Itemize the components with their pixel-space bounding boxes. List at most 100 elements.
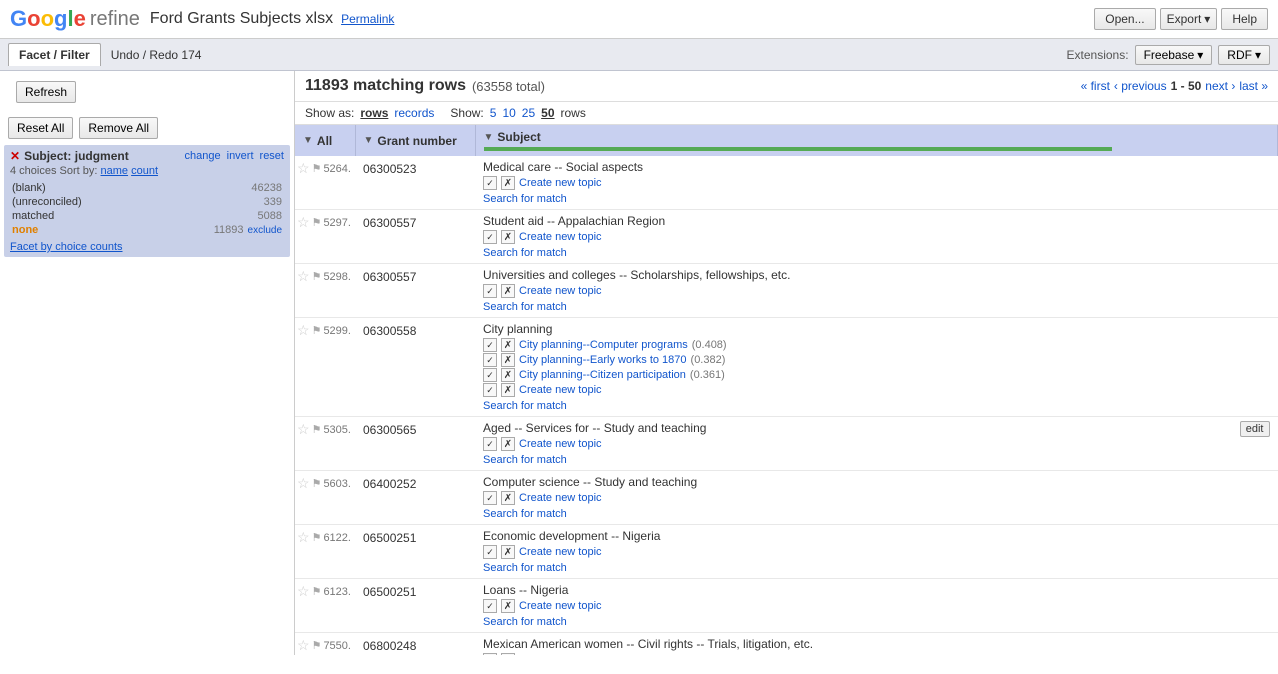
create-new-link[interactable]: Create new topic [519, 384, 602, 396]
change-link[interactable]: change [185, 150, 221, 162]
choice-unreconciled[interactable]: (unreconciled) 339 [10, 195, 284, 209]
star-icon[interactable]: ☆ [297, 322, 310, 339]
flag-icon[interactable]: ⚑ [312, 477, 322, 490]
refresh-button[interactable]: Refresh [16, 81, 76, 103]
create-reject-icon[interactable]: ✗ [501, 284, 515, 298]
search-match-link[interactable]: Search for match [483, 508, 567, 520]
help-button[interactable]: Help [1221, 8, 1268, 30]
show-rows-link[interactable]: rows [360, 106, 388, 120]
show-50-link[interactable]: 50 [541, 106, 554, 120]
col-grant-number[interactable]: ▼ Grant number [355, 125, 475, 156]
create-approve-icon[interactable]: ✓ [483, 491, 497, 505]
match-topic-link[interactable]: City planning--Computer programs [519, 339, 688, 351]
search-match-link[interactable]: Search for match [483, 301, 567, 313]
flag-icon[interactable]: ⚑ [312, 324, 322, 337]
export-button[interactable]: Export ▾ [1160, 8, 1218, 30]
create-approve-icon[interactable]: ✓ [483, 176, 497, 190]
create-new-link[interactable]: Create new topic [519, 492, 602, 504]
match-topic-link[interactable]: City planning--Citizen participation [519, 369, 686, 381]
star-icon[interactable]: ☆ [297, 529, 310, 546]
create-approve-icon[interactable]: ✓ [483, 653, 497, 655]
search-match-link[interactable]: Search for match [483, 562, 567, 574]
table-row: ☆ ⚑ 5264. 06300523Medical care -- Social… [295, 156, 1278, 210]
search-match-link[interactable]: Search for match [483, 400, 567, 412]
create-new-link[interactable]: Create new topic [519, 654, 602, 655]
match-reject-icon[interactable]: ✗ [501, 368, 515, 382]
create-approve-icon[interactable]: ✓ [483, 599, 497, 613]
invert-link[interactable]: invert [227, 150, 254, 162]
flag-icon[interactable]: ⚑ [312, 639, 322, 652]
star-icon[interactable]: ☆ [297, 637, 310, 654]
facet-filter-tab[interactable]: Facet / Filter [8, 43, 101, 66]
star-icon[interactable]: ☆ [297, 475, 310, 492]
match-reject-icon[interactable]: ✗ [501, 353, 515, 367]
sort-name-link[interactable]: name [101, 165, 129, 177]
rdf-button[interactable]: RDF ▾ [1218, 45, 1270, 65]
star-icon[interactable]: ☆ [297, 160, 310, 177]
create-approve-icon[interactable]: ✓ [483, 230, 497, 244]
create-reject-icon[interactable]: ✗ [501, 383, 515, 397]
sort-count-link[interactable]: count [131, 165, 158, 177]
star-icon[interactable]: ☆ [297, 268, 310, 285]
freebase-button[interactable]: Freebase ▾ [1135, 45, 1213, 65]
flag-icon[interactable]: ⚑ [312, 585, 322, 598]
flag-icon[interactable]: ⚑ [312, 531, 322, 544]
undo-redo[interactable]: Undo / Redo 174 [111, 48, 202, 62]
star-icon[interactable]: ☆ [297, 583, 310, 600]
facet-by-choice-link[interactable]: Facet by choice counts [10, 241, 284, 253]
create-reject-icon[interactable]: ✗ [501, 653, 515, 655]
show-25-link[interactable]: 25 [522, 106, 535, 120]
choice-blank[interactable]: (blank) 46238 [10, 181, 284, 195]
flag-icon[interactable]: ⚑ [312, 270, 322, 283]
create-new-link[interactable]: Create new topic [519, 285, 602, 297]
show-10-link[interactable]: 10 [502, 106, 515, 120]
star-icon[interactable]: ☆ [297, 421, 310, 438]
show-records-link[interactable]: records [394, 106, 434, 120]
match-topic-link[interactable]: City planning--Early works to 1870 [519, 354, 687, 366]
exclude-link[interactable]: exclude [248, 225, 282, 236]
choice-matched[interactable]: matched 5088 [10, 209, 284, 223]
choice-none[interactable]: none 11893 exclude [10, 223, 284, 237]
edit-button[interactable]: edit [1240, 421, 1270, 437]
create-reject-icon[interactable]: ✗ [501, 176, 515, 190]
reset-link[interactable]: reset [260, 150, 284, 162]
permalink-link[interactable]: Permalink [341, 12, 394, 26]
remove-filter-icon[interactable]: ✕ [10, 149, 20, 163]
match-approve-icon[interactable]: ✓ [483, 353, 497, 367]
flag-icon[interactable]: ⚑ [312, 162, 322, 175]
create-reject-icon[interactable]: ✗ [501, 230, 515, 244]
create-approve-icon[interactable]: ✓ [483, 437, 497, 451]
create-new-link[interactable]: Create new topic [519, 438, 602, 450]
create-new-link[interactable]: Create new topic [519, 600, 602, 612]
prev-page-link[interactable]: ‹ previous [1114, 79, 1167, 93]
match-approve-icon[interactable]: ✓ [483, 338, 497, 352]
create-new-link[interactable]: Create new topic [519, 231, 602, 243]
star-icon[interactable]: ☆ [297, 214, 310, 231]
create-reject-icon[interactable]: ✗ [501, 545, 515, 559]
first-page-link[interactable]: « first [1081, 79, 1110, 93]
all-col-label[interactable]: All [317, 134, 332, 148]
create-approve-icon[interactable]: ✓ [483, 383, 497, 397]
search-match-link[interactable]: Search for match [483, 454, 567, 466]
search-match-link[interactable]: Search for match [483, 247, 567, 259]
search-match-link[interactable]: Search for match [483, 193, 567, 205]
search-match-link[interactable]: Search for match [483, 616, 567, 628]
create-reject-icon[interactable]: ✗ [501, 491, 515, 505]
reset-all-button[interactable]: Reset All [8, 117, 73, 139]
col-subject[interactable]: ▼ Subject [475, 125, 1278, 156]
last-page-link[interactable]: last » [1239, 79, 1268, 93]
next-page-link[interactable]: next › [1205, 79, 1235, 93]
create-approve-icon[interactable]: ✓ [483, 284, 497, 298]
remove-all-button[interactable]: Remove All [79, 117, 158, 139]
create-approve-icon[interactable]: ✓ [483, 545, 497, 559]
create-new-link[interactable]: Create new topic [519, 177, 602, 189]
create-new-link[interactable]: Create new topic [519, 546, 602, 558]
match-reject-icon[interactable]: ✗ [501, 338, 515, 352]
show-5-link[interactable]: 5 [490, 106, 497, 120]
flag-icon[interactable]: ⚑ [312, 216, 322, 229]
create-reject-icon[interactable]: ✗ [501, 437, 515, 451]
flag-icon[interactable]: ⚑ [312, 423, 322, 436]
create-reject-icon[interactable]: ✗ [501, 599, 515, 613]
match-approve-icon[interactable]: ✓ [483, 368, 497, 382]
open-button[interactable]: Open... [1094, 8, 1155, 30]
